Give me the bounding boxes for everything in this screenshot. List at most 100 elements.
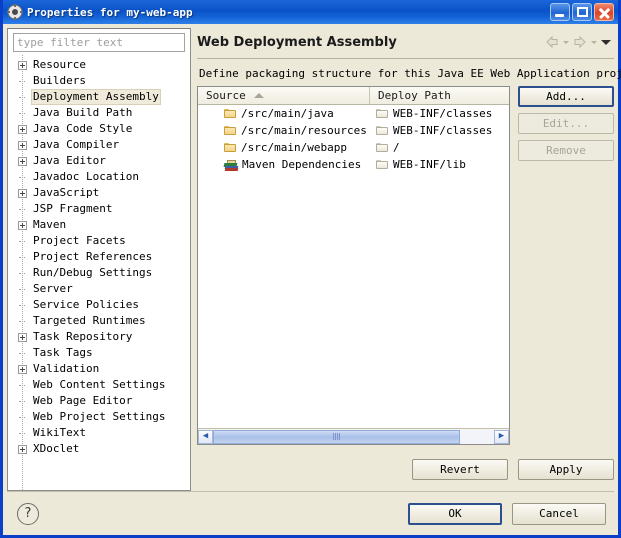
expand-icon[interactable] bbox=[18, 60, 27, 70]
back-dropdown-icon[interactable] bbox=[563, 40, 569, 44]
sidebar-item-label: Maven bbox=[33, 218, 67, 231]
sidebar-item-task-tags[interactable]: Task Tags bbox=[8, 345, 190, 361]
table-row[interactable]: /src/main/webapp / bbox=[198, 139, 509, 156]
table-row[interactable]: Maven Dependencies WEB-INF/lib bbox=[198, 156, 509, 173]
help-icon[interactable]: ? bbox=[17, 502, 39, 525]
sidebar-item-label: Java Editor bbox=[33, 154, 106, 167]
sidebar-item-xdoclet[interactable]: XDoclet bbox=[8, 441, 190, 457]
sidebar-item-javadoc-location[interactable]: Javadoc Location bbox=[8, 169, 190, 185]
sidebar-item-project-references[interactable]: Project References bbox=[8, 249, 190, 265]
scroll-right-button[interactable]: ▶ bbox=[494, 429, 509, 444]
expand-icon[interactable] bbox=[18, 140, 27, 150]
sidebar-item-label: WikiText bbox=[33, 426, 86, 439]
sidebar-item-java-editor[interactable]: Java Editor bbox=[8, 153, 190, 169]
table-header: Source Deploy Path bbox=[198, 87, 509, 105]
column-header-source[interactable]: Source bbox=[198, 87, 370, 104]
title-bar: Properties for my-web-app bbox=[3, 0, 618, 24]
revert-button-label: Revert bbox=[440, 462, 480, 476]
cell-deploy-path-label: / bbox=[393, 141, 400, 154]
sidebar-item-label: Server bbox=[33, 282, 73, 295]
table-body: /src/main/java WEB-INF/classes/src/main/r… bbox=[198, 105, 509, 428]
scroll-left-button[interactable]: ◀ bbox=[198, 429, 213, 444]
sidebar-item-label: Targeted Runtimes bbox=[33, 314, 146, 327]
expand-icon[interactable] bbox=[18, 156, 27, 166]
tree-leaf-icon bbox=[18, 317, 27, 326]
expand-icon[interactable] bbox=[18, 124, 27, 134]
revert-button[interactable]: Revert bbox=[412, 458, 508, 480]
forward-arrow-icon[interactable] bbox=[572, 35, 588, 49]
sidebar-item-label: XDoclet bbox=[33, 442, 80, 455]
sidebar-item-javascript[interactable]: JavaScript bbox=[8, 185, 190, 201]
sidebar-item-deployment-assembly[interactable]: Deployment Assembly bbox=[8, 89, 190, 105]
cell-source-label: Maven Dependencies bbox=[242, 158, 362, 171]
sidebar-item-task-repository[interactable]: Task Repository bbox=[8, 329, 190, 345]
sidebar-item-project-facets[interactable]: Project Facets bbox=[8, 233, 190, 249]
table-row[interactable]: /src/main/resources WEB-INF/classes bbox=[198, 122, 509, 139]
cell-deploy-path: WEB-INF/lib bbox=[370, 156, 509, 173]
footer-buttons: OK Cancel bbox=[408, 502, 606, 525]
apply-button[interactable]: Apply bbox=[518, 458, 614, 480]
sidebar-item-java-build-path[interactable]: Java Build Path bbox=[8, 105, 190, 121]
expand-icon[interactable] bbox=[18, 220, 27, 230]
tree-leaf-icon bbox=[18, 349, 27, 358]
scrollbar-track[interactable] bbox=[213, 429, 494, 444]
sidebar-item-maven[interactable]: Maven bbox=[8, 217, 190, 233]
sidebar-item-label: Java Build Path bbox=[33, 106, 133, 119]
minimize-button[interactable] bbox=[550, 3, 570, 21]
edit-button[interactable]: Edit... bbox=[518, 113, 614, 134]
ok-button[interactable]: OK bbox=[408, 502, 502, 525]
back-arrow-icon[interactable] bbox=[544, 35, 560, 49]
expand-icon[interactable] bbox=[18, 444, 27, 454]
close-button[interactable] bbox=[594, 3, 614, 21]
edit-button-label: Edit... bbox=[542, 117, 590, 130]
table-row[interactable]: /src/main/java WEB-INF/classes bbox=[198, 105, 509, 122]
dialog-footer: ? OK Cancel bbox=[7, 491, 614, 535]
forward-dropdown-icon[interactable] bbox=[591, 40, 597, 44]
sidebar-item-label: JavaScript bbox=[33, 186, 100, 199]
sidebar-item-label: Task Tags bbox=[33, 346, 93, 359]
horizontal-scrollbar[interactable]: ◀ ▶ bbox=[198, 428, 509, 444]
maximize-button[interactable] bbox=[572, 3, 592, 21]
sidebar-item-run-debug-settings[interactable]: Run/Debug Settings bbox=[8, 265, 190, 281]
sidebar-item-resource[interactable]: Resource bbox=[8, 57, 190, 73]
folder-icon bbox=[376, 142, 389, 153]
settings-tree[interactable]: Resource Builders Deployment Assembly Java … bbox=[8, 55, 190, 490]
sidebar-item-wikitext[interactable]: WikiText bbox=[8, 425, 190, 441]
sidebar-item-label: Run/Debug Settings bbox=[33, 266, 153, 279]
expand-icon[interactable] bbox=[18, 364, 27, 374]
chevron-down-icon[interactable] bbox=[601, 39, 611, 45]
tree-leaf-icon bbox=[18, 93, 27, 102]
sidebar-item-validation[interactable]: Validation bbox=[8, 361, 190, 377]
sidebar-item-jsp-fragment[interactable]: JSP Fragment bbox=[8, 201, 190, 217]
sidebar-item-service-policies[interactable]: Service Policies bbox=[8, 297, 190, 313]
sidebar-item-java-compiler[interactable]: Java Compiler bbox=[8, 137, 190, 153]
sidebar-item-label: Project References bbox=[33, 250, 153, 263]
sidebar-item-web-project-settings[interactable]: Web Project Settings bbox=[8, 409, 190, 425]
page-header: Web Deployment Assembly bbox=[197, 28, 614, 59]
expand-icon[interactable] bbox=[18, 188, 27, 198]
sidebar-item-server[interactable]: Server bbox=[8, 281, 190, 297]
help-icon-label: ? bbox=[24, 506, 32, 521]
column-header-deploy-path-label: Deploy Path bbox=[378, 89, 451, 102]
sidebar-item-web-page-editor[interactable]: Web Page Editor bbox=[8, 393, 190, 409]
scrollbar-thumb[interactable] bbox=[213, 429, 461, 444]
sidebar-item-web-content-settings[interactable]: Web Content Settings bbox=[8, 377, 190, 393]
cancel-button[interactable]: Cancel bbox=[512, 502, 606, 525]
cell-deploy-path: / bbox=[370, 139, 509, 156]
sidebar-item-java-code-style[interactable]: Java Code Style bbox=[8, 121, 190, 137]
expand-icon[interactable] bbox=[18, 332, 27, 342]
add-button[interactable]: Add... bbox=[518, 86, 614, 107]
column-header-deploy-path[interactable]: Deploy Path bbox=[370, 87, 509, 104]
remove-button[interactable]: Remove bbox=[518, 140, 614, 161]
remove-button-label: Remove bbox=[546, 144, 586, 157]
sidebar-item-targeted-runtimes[interactable]: Targeted Runtimes bbox=[8, 313, 190, 329]
sidebar-item-builders[interactable]: Builders bbox=[8, 73, 190, 89]
library-icon bbox=[223, 159, 239, 171]
cell-source-label: /src/main/java bbox=[241, 107, 334, 120]
sidebar-item-label: Task Repository bbox=[33, 330, 133, 343]
search-input[interactable] bbox=[13, 33, 185, 52]
table-action-buttons: Add... Edit... Remove bbox=[518, 86, 614, 445]
cell-deploy-path: WEB-INF/classes bbox=[370, 122, 509, 139]
cell-source: /src/main/java bbox=[198, 105, 370, 122]
tree-leaf-icon bbox=[18, 301, 27, 310]
